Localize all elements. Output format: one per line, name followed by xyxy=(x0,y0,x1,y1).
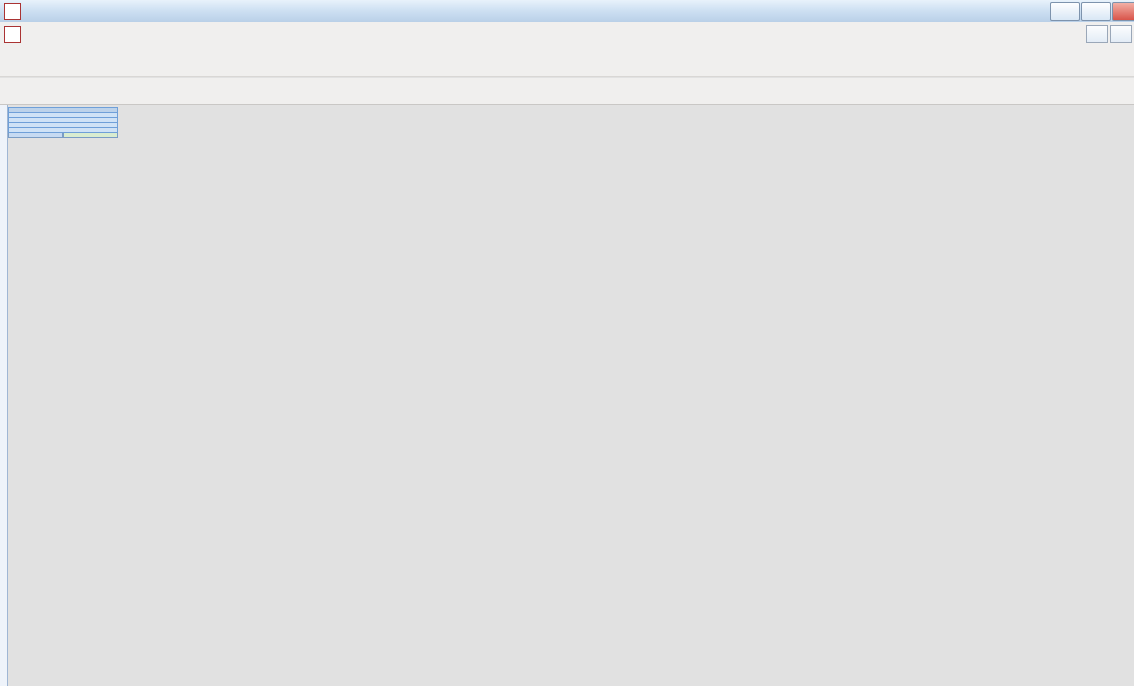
minimize-button[interactable] xyxy=(1050,2,1080,21)
menu-settings[interactable] xyxy=(119,31,137,37)
gann-wheel-canvas[interactable] xyxy=(0,105,1134,686)
left-frame-strip xyxy=(0,105,8,686)
main-toolbar xyxy=(0,46,1134,77)
gann-wheel-chart[interactable] xyxy=(0,105,1134,686)
menu-gann[interactable] xyxy=(83,31,101,37)
menu-news[interactable] xyxy=(65,31,83,37)
menu-help[interactable] xyxy=(191,31,209,37)
menu-browse[interactable] xyxy=(47,31,65,37)
menu-formula-stockpick[interactable] xyxy=(101,31,119,37)
app-icon-small xyxy=(4,26,21,43)
menu-tools[interactable] xyxy=(137,31,155,37)
drawing-toolbar xyxy=(0,78,1134,105)
calc-support-button[interactable] xyxy=(63,133,118,138)
menu-bar xyxy=(0,22,1134,47)
title-bar xyxy=(0,0,1134,23)
mdi-minimize-button[interactable] xyxy=(1086,25,1108,43)
maximize-button[interactable] xyxy=(1081,2,1111,21)
app-icon xyxy=(4,3,21,20)
mdi-restore-button[interactable] xyxy=(1110,25,1132,43)
menu-window[interactable] xyxy=(155,31,173,37)
index-info-panel xyxy=(8,107,118,138)
menu-file[interactable] xyxy=(29,31,47,37)
menu-trade[interactable] xyxy=(173,31,191,37)
calc-resistance-button[interactable] xyxy=(8,133,63,138)
close-button[interactable] xyxy=(1112,2,1134,21)
